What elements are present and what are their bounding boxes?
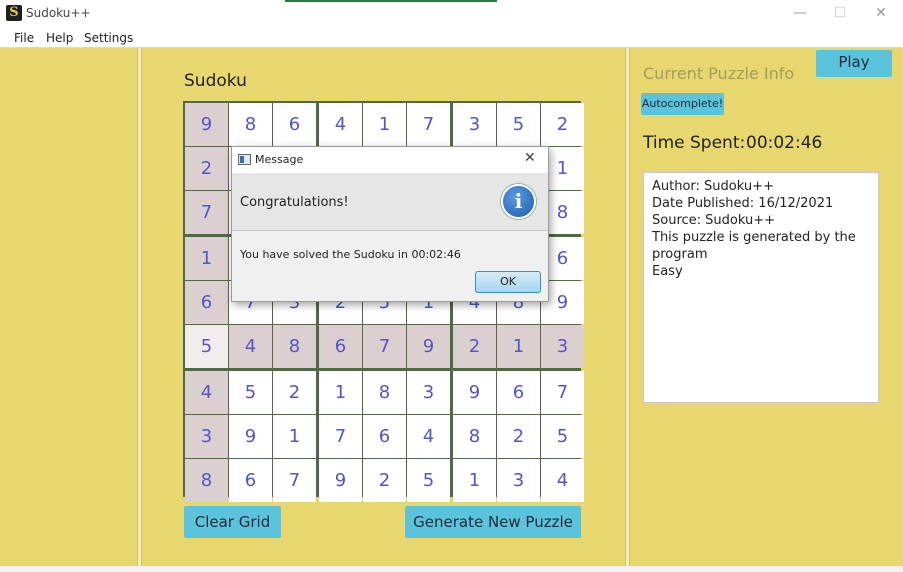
window-icon: [238, 154, 251, 165]
grid-cell[interactable]: 3: [407, 371, 450, 414]
grid-cell[interactable]: 4: [229, 325, 272, 368]
grid-cell[interactable]: 2: [273, 371, 316, 414]
grid-cell[interactable]: 3: [497, 459, 540, 502]
grid-cell[interactable]: 9: [185, 103, 228, 146]
maximize-button[interactable]: ☐: [825, 3, 855, 23]
grid-cell[interactable]: 4: [319, 103, 362, 146]
grid-cell[interactable]: 9: [407, 325, 450, 368]
grid-cell[interactable]: 9: [229, 415, 272, 458]
title-bar-accent: [285, 0, 497, 2]
puzzle-info-textarea[interactable]: Author: Sudoku++ Date Published: 16/12/2…: [643, 172, 879, 403]
close-window-button[interactable]: ✕: [866, 3, 896, 23]
grid-cell[interactable]: 2: [541, 103, 584, 146]
grid-cell[interactable]: 9: [319, 459, 362, 502]
menu-bar: File Help Settings: [0, 28, 903, 48]
dialog-header-text: Congratulations!: [240, 195, 349, 210]
grid-cell[interactable]: 6: [363, 415, 406, 458]
grid-cell[interactable]: 5: [407, 459, 450, 502]
grid-cell[interactable]: 5: [497, 103, 540, 146]
grid-cell[interactable]: 7: [319, 415, 362, 458]
info-line-description-cont: program: [652, 247, 708, 262]
grid-cell[interactable]: 3: [453, 103, 496, 146]
grid-cell[interactable]: 7: [541, 371, 584, 414]
puzzle-info-title: Current Puzzle Info: [643, 64, 795, 83]
time-spent-label: Time Spent:: [643, 133, 746, 153]
grid-cell[interactable]: 4: [407, 415, 450, 458]
grid-cell[interactable]: 9: [453, 371, 496, 414]
grid-cell[interactable]: 1: [273, 415, 316, 458]
status-strip: [0, 566, 903, 572]
grid-cell[interactable]: 5: [185, 325, 228, 368]
grid-cell[interactable]: 6: [497, 371, 540, 414]
clear-grid-button[interactable]: Clear Grid: [184, 506, 281, 538]
left-pane: [0, 48, 137, 566]
grid-cell[interactable]: 1: [363, 103, 406, 146]
window-title-bar: S Sudoku++ — ☐ ✕: [0, 0, 903, 28]
info-line-description: This puzzle is generated by the: [652, 230, 856, 245]
grid-cell[interactable]: 8: [363, 371, 406, 414]
grid-cell[interactable]: 1: [185, 237, 228, 280]
grid-cell[interactable]: 7: [407, 103, 450, 146]
grid-cell[interactable]: 4: [185, 371, 228, 414]
grid-cell[interactable]: 8: [273, 325, 316, 368]
grid-cell[interactable]: 4: [541, 459, 584, 502]
window-title: Sudoku++: [26, 6, 91, 20]
time-spent-value: 00:02:46: [746, 133, 823, 153]
grid-cell[interactable]: 7: [185, 191, 228, 234]
grid-cell[interactable]: 8: [453, 415, 496, 458]
grid-cell[interactable]: 1: [453, 459, 496, 502]
ok-button[interactable]: OK: [475, 271, 541, 293]
generate-puzzle-button[interactable]: Generate New Puzzle: [405, 506, 581, 538]
play-button[interactable]: Play: [816, 50, 892, 77]
info-line-source: Source: Sudoku++: [652, 213, 776, 228]
grid-cell[interactable]: 2: [185, 147, 228, 190]
grid-cell[interactable]: 5: [229, 371, 272, 414]
grid-cell[interactable]: 7: [273, 459, 316, 502]
app-logo-icon: S: [6, 5, 22, 21]
grid-cell[interactable]: 1: [497, 325, 540, 368]
grid-cell[interactable]: 8: [185, 459, 228, 502]
autocomplete-button[interactable]: Autocomplete!: [641, 93, 724, 115]
minimize-button[interactable]: —: [785, 3, 815, 23]
message-dialog: Message ✕ Congratulations! i You have so…: [231, 146, 549, 302]
grid-cell[interactable]: 2: [453, 325, 496, 368]
menu-settings[interactable]: Settings: [84, 31, 133, 45]
menu-file[interactable]: File: [14, 31, 34, 45]
dialog-close-button[interactable]: ✕: [524, 150, 536, 166]
grid-cell[interactable]: 3: [185, 415, 228, 458]
info-line-author: Author: Sudoku++: [652, 179, 774, 194]
grid-cell[interactable]: 2: [363, 459, 406, 502]
grid-cell[interactable]: 1: [319, 371, 362, 414]
info-icon: i: [501, 184, 536, 219]
grid-cell[interactable]: 6: [319, 325, 362, 368]
menu-help[interactable]: Help: [46, 31, 73, 45]
info-line-date: Date Published: 16/12/2021: [652, 196, 834, 211]
dialog-title-bar: Message ✕: [232, 147, 548, 173]
dialog-header: Congratulations! i: [232, 173, 548, 231]
grid-cell[interactable]: 2: [497, 415, 540, 458]
info-line-difficulty: Easy: [652, 264, 683, 279]
dialog-title: Message: [255, 153, 304, 166]
grid-cell[interactable]: 6: [273, 103, 316, 146]
dialog-message: You have solved the Sudoku in 00:02:46: [240, 248, 461, 261]
grid-cell[interactable]: 5: [541, 415, 584, 458]
sudoku-title: Sudoku: [184, 71, 247, 91]
grid-cell[interactable]: 6: [229, 459, 272, 502]
grid-cell[interactable]: 8: [229, 103, 272, 146]
grid-cell[interactable]: 7: [363, 325, 406, 368]
grid-cell[interactable]: 6: [185, 281, 228, 324]
grid-cell[interactable]: 3: [541, 325, 584, 368]
